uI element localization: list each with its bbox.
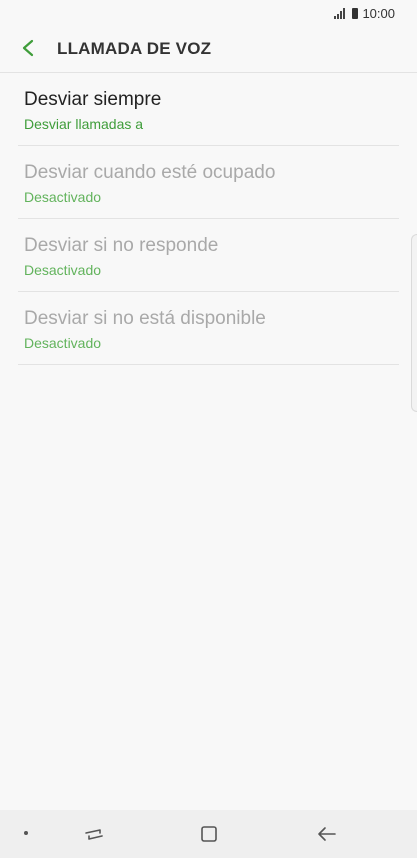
- app-header: LLAMADA DE VOZ: [0, 26, 417, 73]
- battery-icon: [352, 8, 359, 19]
- list-item-title: Desviar siempre: [24, 89, 162, 110]
- arrow-left-icon: [22, 39, 34, 57]
- recent-apps-icon[interactable]: [84, 824, 104, 844]
- list-item-title: Desviar si no responde: [24, 235, 219, 256]
- list-item-forward-busy[interactable]: Desviar cuando esté ocupado Desactivado: [18, 146, 399, 219]
- home-icon[interactable]: [199, 824, 219, 844]
- signal-icon: [334, 8, 348, 19]
- forwarding-options-list: Desviar siempre Desviar llamadas a Desvi…: [18, 73, 399, 365]
- status-indicators: 10:00: [334, 6, 395, 21]
- status-time: 10:00: [362, 6, 395, 21]
- navigation-bar: [0, 810, 417, 858]
- list-item-forward-unavailable[interactable]: Desviar si no está disponible Desactivad…: [18, 292, 399, 365]
- list-item-subtitle: Desviar llamadas a: [24, 116, 144, 132]
- page-title: LLAMADA DE VOZ: [57, 39, 212, 58]
- list-item-subtitle: Desactivado: [24, 335, 102, 351]
- list-item-title: Desviar si no está disponible: [24, 308, 266, 329]
- list-item-subtitle: Desactivado: [24, 189, 102, 205]
- status-bar: 10:00: [0, 0, 417, 26]
- back-icon[interactable]: [316, 823, 338, 845]
- edge-panel-handle[interactable]: [411, 234, 417, 412]
- nav-dot-icon[interactable]: [24, 831, 28, 835]
- list-item-title: Desviar cuando esté ocupado: [24, 162, 276, 183]
- list-item-forward-no-answer[interactable]: Desviar si no responde Desactivado: [18, 219, 399, 292]
- back-button[interactable]: [14, 34, 42, 62]
- list-item-forward-always[interactable]: Desviar siempre Desviar llamadas a: [18, 73, 399, 146]
- list-item-subtitle: Desactivado: [24, 262, 102, 278]
